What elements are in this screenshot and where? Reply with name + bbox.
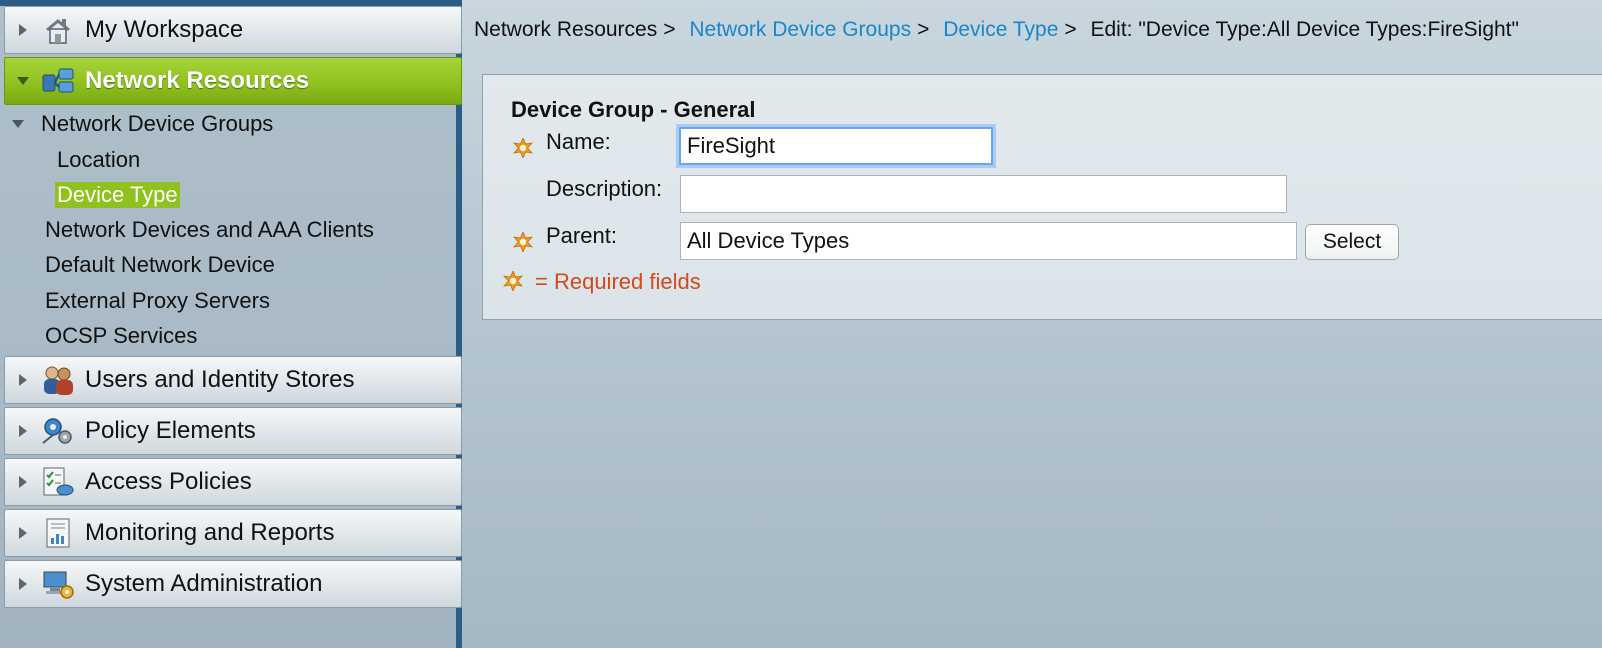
collapsed-arrow-icon bbox=[19, 527, 27, 539]
tree-item-location[interactable]: Location bbox=[57, 147, 140, 173]
drawer-label: Network Resources bbox=[85, 67, 310, 94]
navigation-sidebar: My Workspace Network Resources Network D… bbox=[0, 0, 462, 648]
name-label: Name: bbox=[546, 129, 611, 154]
drawer-label: Monitoring and Reports bbox=[85, 519, 335, 546]
tree-expanded-arrow-icon[interactable] bbox=[12, 120, 24, 128]
breadcrumb-current: Edit: "Device Type:All Device Types:Fire… bbox=[1090, 18, 1519, 41]
breadcrumb-root: Network Resources bbox=[474, 18, 658, 41]
drawer-my-workspace[interactable]: My Workspace bbox=[4, 6, 462, 54]
drawer-label: Policy Elements bbox=[85, 417, 256, 444]
drawer-label: Access Policies bbox=[85, 468, 252, 495]
select-button[interactable]: Select bbox=[1305, 224, 1399, 260]
breadcrumb-separator: > bbox=[917, 18, 930, 41]
parent-label: Parent: bbox=[546, 223, 617, 248]
collapsed-arrow-icon bbox=[19, 425, 27, 437]
breadcrumb-link-device-type[interactable]: Device Type bbox=[943, 18, 1058, 41]
collapsed-arrow-icon bbox=[19, 578, 27, 590]
breadcrumb-link-network-device-groups[interactable]: Network Device Groups bbox=[689, 18, 911, 41]
drawer-network-resources[interactable]: Network Resources bbox=[4, 57, 462, 105]
collapsed-arrow-icon bbox=[19, 24, 27, 36]
tree-item-network-devices-aaa-clients[interactable]: Network Devices and AAA Clients bbox=[45, 217, 374, 243]
drawer-label: My Workspace bbox=[85, 16, 244, 43]
users-icon bbox=[41, 363, 75, 397]
breadcrumb-separator: > bbox=[1064, 18, 1077, 41]
main-content: Network Resources > Network Device Groups… bbox=[462, 0, 1602, 648]
access-policies-icon bbox=[41, 465, 75, 499]
breadcrumb: Network Resources > Network Device Groups… bbox=[474, 18, 1519, 42]
drawer-users-identity-stores[interactable]: Users and Identity Stores bbox=[4, 356, 462, 404]
expanded-arrow-icon bbox=[17, 77, 29, 85]
required-star-icon bbox=[513, 138, 533, 158]
reports-icon bbox=[41, 516, 75, 550]
collapsed-arrow-icon bbox=[19, 476, 27, 488]
policy-elements-icon bbox=[41, 414, 75, 448]
drawer-access-policies[interactable]: Access Policies bbox=[4, 458, 462, 506]
network-resources-icon bbox=[41, 64, 75, 98]
breadcrumb-separator: > bbox=[663, 18, 676, 41]
tree-item-ocsp-services[interactable]: OCSP Services bbox=[45, 323, 197, 349]
tree-item-external-proxy-servers[interactable]: External Proxy Servers bbox=[45, 288, 270, 314]
device-group-general-panel: Device Group - General Name: Description… bbox=[482, 74, 1602, 320]
system-admin-icon bbox=[41, 567, 75, 601]
tree-item-network-device-groups[interactable]: Network Device Groups bbox=[41, 111, 273, 137]
drawer-system-administration[interactable]: System Administration bbox=[4, 560, 462, 608]
tree-item-device-type[interactable]: Device Type bbox=[55, 182, 180, 208]
drawer-label: Users and Identity Stores bbox=[85, 366, 355, 393]
drawer-policy-elements[interactable]: Policy Elements bbox=[4, 407, 462, 455]
collapsed-arrow-icon bbox=[19, 374, 27, 386]
house-icon bbox=[41, 13, 75, 47]
drawer-label: System Administration bbox=[85, 570, 323, 597]
section-title: Device Group - General bbox=[511, 97, 756, 122]
tree-item-default-network-device[interactable]: Default Network Device bbox=[45, 252, 275, 278]
required-star-icon bbox=[513, 232, 533, 252]
name-input[interactable] bbox=[679, 127, 993, 165]
parent-input[interactable] bbox=[680, 222, 1297, 260]
description-label: Description: bbox=[546, 176, 663, 201]
description-input[interactable] bbox=[680, 175, 1287, 213]
required-star-icon bbox=[503, 271, 523, 291]
drawer-monitoring-reports[interactable]: Monitoring and Reports bbox=[4, 509, 462, 557]
required-fields-note: = Required fields bbox=[535, 269, 701, 294]
